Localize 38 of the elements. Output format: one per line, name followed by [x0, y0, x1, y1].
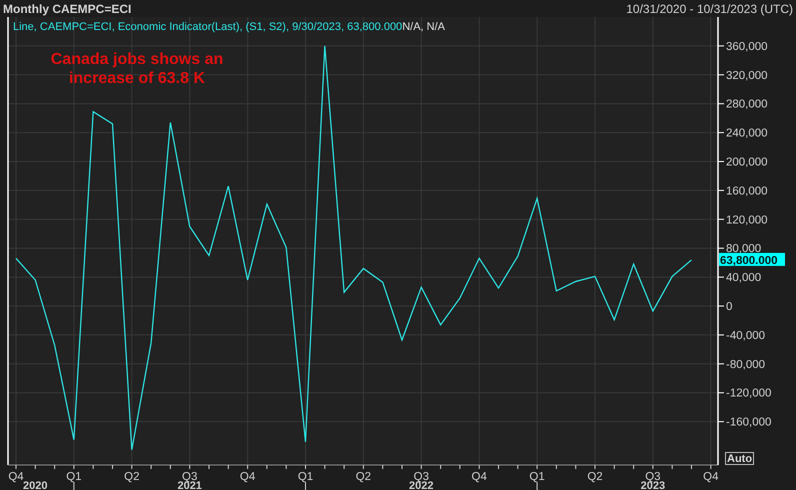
x-tick-label: Q2 — [356, 471, 372, 483]
x-tick-label: Q3 — [414, 471, 429, 483]
x-tick-label: Q1 — [298, 471, 314, 483]
x-tick-label: Q1 — [66, 471, 82, 483]
y-tick-label: -120,000 — [726, 388, 772, 400]
year-label: 2020 — [23, 480, 48, 490]
last-value-badge: 63,800.000 — [719, 252, 785, 267]
x-tick-label: Q1 — [529, 471, 545, 483]
series-legend: Line, CAEMPC=ECI, Economic Indicator(Last), (S1, S2), 9/30/2023, 63,800.000 — [13, 21, 402, 33]
x-tick-label: Q3 — [645, 471, 661, 483]
y-tick-label: 200,000 — [726, 156, 768, 169]
annotation-text: Canada jobs shows an increase of 63.8 K — [50, 51, 224, 87]
y-tick-label: 280,000 — [726, 98, 768, 111]
y-tick-label: -80,000 — [726, 358, 766, 371]
y-tick-label: 360,000 — [726, 40, 768, 53]
y-tick-label: 320,000 — [726, 70, 768, 82]
y-tick-label: 40,000 — [726, 272, 762, 284]
year-label: 2021 — [177, 480, 202, 490]
x-tick-label: Q4 — [472, 471, 487, 483]
x-tick-label: Q4 — [703, 471, 718, 483]
year-label: 2023 — [640, 480, 666, 490]
legend-suffix: N/A, N/A — [402, 21, 445, 33]
x-tick-label: Q4 — [8, 471, 24, 483]
y-tick-label: 80,000 — [726, 243, 762, 256]
chart-title: Monthly CAEMPC=ECI — [3, 0, 132, 18]
date-range: 10/31/2020 - 10/31/2023 (UTC) — [626, 0, 793, 18]
x-tick-label: Q4 — [240, 471, 256, 483]
y-tick-label: 160,000 — [726, 185, 768, 198]
y-tick-label: -40,000 — [726, 330, 766, 342]
x-tick-label: Q2 — [124, 471, 140, 483]
y-tick-label: 0 — [726, 301, 732, 314]
y-tick-label: 120,000 — [726, 214, 768, 226]
year-label: 2022 — [409, 480, 434, 490]
x-tick-label: Q3 — [182, 471, 198, 483]
x-tick-label: Q2 — [587, 471, 603, 483]
y-tick-label: -160,000 — [726, 416, 772, 429]
auto-button[interactable]: Auto — [725, 452, 754, 465]
y-tick-label: 240,000 — [726, 128, 768, 140]
